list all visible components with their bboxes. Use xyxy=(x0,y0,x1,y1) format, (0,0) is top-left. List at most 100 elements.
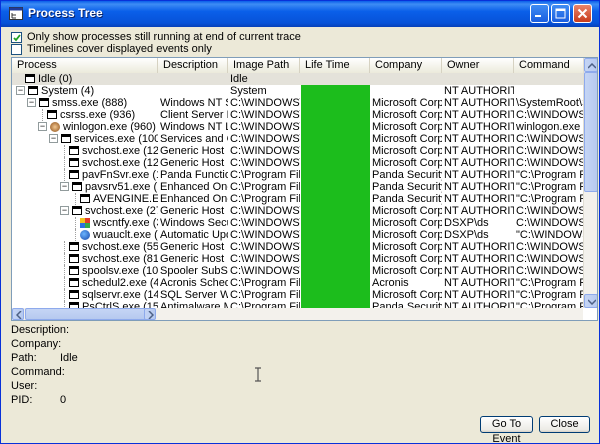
process-window-icon xyxy=(72,182,82,191)
cell-image-path: C:\WINDOWS\sy... xyxy=(230,145,300,157)
table-row[interactable]: AVENGINE.EXEEnhanced On-Ac...C:\Program … xyxy=(12,193,583,205)
lifetime-bar xyxy=(301,253,370,265)
tree-connector xyxy=(64,145,65,157)
cell-description: Windows NT Log... xyxy=(160,121,228,133)
scroll-left-button[interactable] xyxy=(12,308,24,320)
go-to-event-button[interactable]: Go To Event xyxy=(480,416,533,443)
column-command[interactable]: Command xyxy=(514,58,583,73)
cell-description: Automatic Updates xyxy=(160,229,228,241)
detail-pid-value: 0 xyxy=(60,394,67,406)
table-row[interactable]: svchost.exe (1204)Generic Host Proc...C:… xyxy=(12,145,583,157)
tree-collapse-toggle[interactable]: − xyxy=(38,122,47,131)
table-row[interactable]: spoolsv.exe (1020)Spooler SubSyste...C:\… xyxy=(12,265,583,277)
timelines-checkbox[interactable] xyxy=(11,43,22,55)
tree-collapse-toggle[interactable]: − xyxy=(16,86,25,95)
cell-command: "C:\WINDOWS\s... xyxy=(516,229,583,241)
table-row[interactable]: − services.exe (1004)Services and Cont...… xyxy=(12,133,583,145)
horizontal-scrollbar[interactable] xyxy=(12,308,583,320)
table-row[interactable]: − pavsrv51.exe (1920)Enhanced On-Ac...C:\… xyxy=(12,181,583,193)
minimize-button[interactable] xyxy=(530,4,549,23)
table-row[interactable]: schedul2.exe (408)Acronis Scheduler 2C:\… xyxy=(12,277,583,289)
cell-company: Microsoft Corporat... xyxy=(372,229,442,241)
vertical-scroll-thumb[interactable] xyxy=(584,72,597,192)
tree-connector xyxy=(75,217,76,229)
table-row[interactable]: Idle (0) Idle xyxy=(12,73,583,85)
process-name: smss.exe (888) xyxy=(52,97,128,109)
cell-description: Client Server Runti... xyxy=(160,109,228,121)
cell-description: Generic Host Proc... xyxy=(160,253,228,265)
table-row[interactable]: svchost.exe (1252)Generic Host Proc...C:… xyxy=(12,157,583,169)
table-row[interactable]: − winlogon.exe (960) Windows NT Log...C:\W… xyxy=(12,121,583,133)
cell-description xyxy=(160,73,228,85)
cell-command: C:\WINDOWS\sy... xyxy=(516,253,583,265)
cell-image-path: System xyxy=(230,85,267,97)
scroll-up-button[interactable] xyxy=(584,58,597,72)
tree-collapse-toggle[interactable]: − xyxy=(49,134,58,143)
column-header-row: Process Description Image Path Life Time… xyxy=(12,58,583,74)
cell-owner: DSXP\ds xyxy=(444,229,489,241)
table-row[interactable]: svchost.exe (812)Generic Host Proc...C:\… xyxy=(12,253,583,265)
tree-collapse-toggle[interactable]: − xyxy=(60,182,69,191)
table-row[interactable]: pavFnSvr.exe (1900)Panda Function S...C:… xyxy=(12,169,583,181)
table-row[interactable]: sqlservr.exe (1400)SQL Server Wind...C:\… xyxy=(12,289,583,301)
cell-command: "C:\Program Files... xyxy=(516,289,583,301)
table-row[interactable]: wuauclt.exe (265Automatic UpdatesC:\WIND… xyxy=(12,229,583,241)
lifetime-bar xyxy=(301,289,370,301)
cell-image-path: C:\WINDOWS\sy... xyxy=(230,241,300,253)
process-name: winlogon.exe (960) xyxy=(63,121,156,133)
cell-company: Panda Security, S... xyxy=(372,169,442,181)
arrow-left-icon xyxy=(16,311,22,319)
vertical-scrollbar[interactable] xyxy=(583,58,597,308)
text-cursor-icon xyxy=(255,367,261,382)
close-button[interactable]: Close xyxy=(539,416,590,433)
table-row[interactable]: −svchost.exe (276)Generic Host Proc...C:… xyxy=(12,205,583,217)
column-process[interactable]: Process xyxy=(12,58,158,73)
process-rows: Idle (0)Idle−System (4)SystemNT AUTHORIT… xyxy=(12,73,583,309)
process-tree-list[interactable]: Process Description Image Path Life Time… xyxy=(11,57,598,321)
process-name: sqlservr.exe (1400) xyxy=(82,289,158,301)
cell-company: Panda Security, S... xyxy=(372,193,442,205)
cell-image-path: C:\Program Files\... xyxy=(230,289,300,301)
cell-command: \SystemRoot\Syst... xyxy=(516,97,583,109)
table-row[interactable]: svchost.exe (552)Generic Host Proc...C:\… xyxy=(12,241,583,253)
cell-command xyxy=(516,85,583,97)
process-window-icon xyxy=(80,194,90,203)
table-row[interactable]: − System (4) System NT AUTHORITY\... xyxy=(12,85,583,97)
cell-command: C:\WINDOWS\sy... xyxy=(516,133,583,145)
column-description[interactable]: Description xyxy=(158,58,228,73)
table-row[interactable]: csrss.exe (936)Client Server Runti...C:\… xyxy=(12,109,583,121)
column-company[interactable]: Company xyxy=(370,58,442,73)
column-owner[interactable]: Owner xyxy=(442,58,514,73)
cell-company: Microsoft Corporat... xyxy=(372,133,442,145)
timelines-label: Timelines cover displayed events only xyxy=(27,43,212,55)
process-window-icon xyxy=(25,74,35,83)
lifetime-bar xyxy=(301,241,370,253)
table-row[interactable]: − smss.exe (888) Windows NT Ses...C:\WINDO… xyxy=(12,97,583,109)
cell-image-path: C:\WINDOWS\sy... xyxy=(230,265,300,277)
scroll-right-button[interactable] xyxy=(144,308,156,320)
tree-collapse-toggle[interactable]: − xyxy=(60,206,69,215)
cell-description: Generic Host Proc... xyxy=(160,145,228,157)
close-window-button[interactable] xyxy=(573,4,592,23)
horizontal-scroll-thumb[interactable] xyxy=(25,308,155,320)
cell-image-path: Idle xyxy=(230,73,248,85)
tree-collapse-toggle[interactable]: − xyxy=(27,98,36,107)
only-running-checkbox[interactable] xyxy=(11,31,22,43)
table-row[interactable]: wscntfy.exe (363Windows Security...C:\WI… xyxy=(12,217,583,229)
column-life-time[interactable]: Life Time xyxy=(300,58,370,73)
tree-connector xyxy=(42,109,43,121)
cell-company xyxy=(372,85,442,97)
title-bar[interactable]: Process Tree xyxy=(1,1,599,27)
cell-owner: NT AUTHORITY\... xyxy=(444,241,514,253)
process-window-icon xyxy=(69,278,79,287)
cell-description: Acronis Scheduler 2 xyxy=(160,277,228,289)
cell-command: C:\WINDOWS\sy... xyxy=(516,145,583,157)
column-image-path[interactable]: Image Path xyxy=(228,58,300,73)
cell-image-path: C:\Program Files\... xyxy=(230,277,300,289)
scroll-down-button[interactable] xyxy=(584,294,597,308)
process-name: schedul2.exe (408) xyxy=(82,277,158,289)
maximize-icon xyxy=(555,8,566,19)
maximize-button[interactable] xyxy=(551,4,570,23)
cell-image-path: C:\Program Files\... xyxy=(230,169,300,181)
timelines-option[interactable]: Timelines cover displayed events only xyxy=(11,42,212,56)
